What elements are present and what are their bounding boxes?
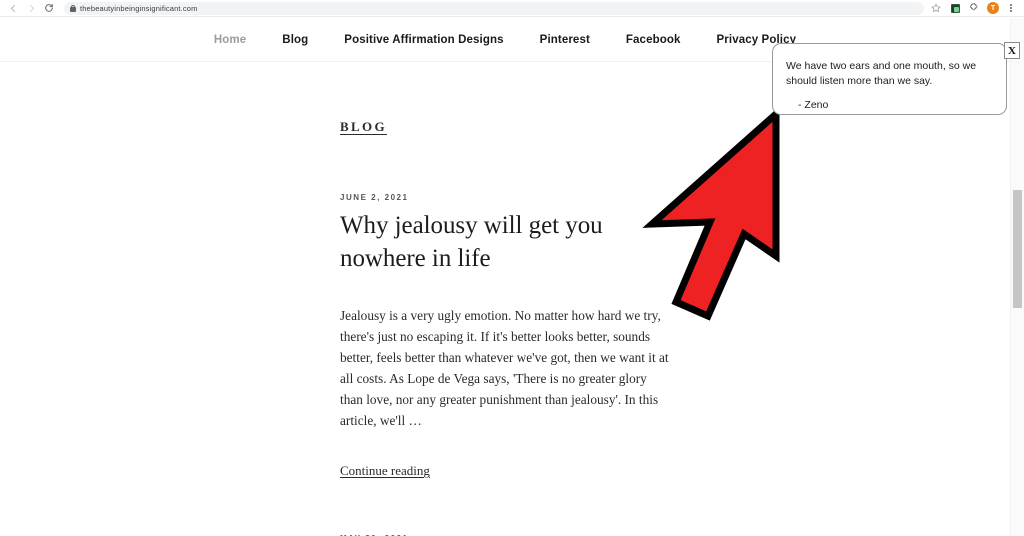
nav-item-home[interactable]: Home <box>196 34 264 46</box>
nav-item-facebook[interactable]: Facebook <box>608 34 699 46</box>
content-column: BLOG JUNE 2, 2021 Why jealousy will get … <box>340 62 680 536</box>
post-date: JUNE 2, 2021 <box>340 193 409 202</box>
browser-toolbar: thebeautyinbeinginsignificant.com T <box>0 0 1024 17</box>
blog-page-heading[interactable]: BLOG <box>340 119 387 135</box>
quote-author: - Zeno <box>798 98 829 111</box>
nav-item-pinterest[interactable]: Pinterest <box>522 34 608 46</box>
extension-square-icon[interactable] <box>949 2 961 14</box>
continue-reading-link[interactable]: Continue reading <box>340 463 430 479</box>
scrollbar-thumb[interactable] <box>1013 190 1022 308</box>
quote-text: We have two ears and one mouth, so we sh… <box>786 60 977 87</box>
profile-avatar-icon[interactable]: T <box>987 2 999 14</box>
post-excerpt: Jealousy is a very ugly emotion. No matt… <box>340 308 669 428</box>
page-scrollbar[interactable] <box>1010 18 1024 536</box>
main-content: BLOG JUNE 2, 2021 Why jealousy will get … <box>0 62 1010 536</box>
forward-arrow-icon[interactable] <box>22 1 40 16</box>
browser-nav-buttons <box>0 1 58 16</box>
puzzle-piece-icon[interactable] <box>968 2 980 14</box>
browser-toolbar-actions: T <box>930 2 1021 14</box>
nav-item-positive-affirmation-designs[interactable]: Positive Affirmation Designs <box>326 34 521 46</box>
blog-post-item: JUNE 2, 2021 Why jealousy will get you n… <box>340 193 680 480</box>
reload-icon[interactable] <box>40 1 58 16</box>
lock-icon <box>70 4 76 12</box>
three-dot-menu-icon[interactable] <box>1006 2 1016 14</box>
back-arrow-icon[interactable] <box>4 1 22 16</box>
nav-item-blog[interactable]: Blog <box>264 34 326 46</box>
page-viewport: Home Blog Positive Affirmation Designs P… <box>0 18 1024 536</box>
address-bar[interactable]: thebeautyinbeinginsignificant.com <box>64 1 924 15</box>
post-title[interactable]: Why jealousy will get you nowhere in lif… <box>340 209 680 275</box>
star-icon[interactable] <box>930 2 942 14</box>
quote-popup: We have two ears and one mouth, so we sh… <box>772 42 1020 115</box>
close-icon[interactable]: X <box>1004 42 1020 59</box>
main-navigation: Home Blog Positive Affirmation Designs P… <box>196 34 814 46</box>
url-text: thebeautyinbeinginsignificant.com <box>80 3 198 13</box>
